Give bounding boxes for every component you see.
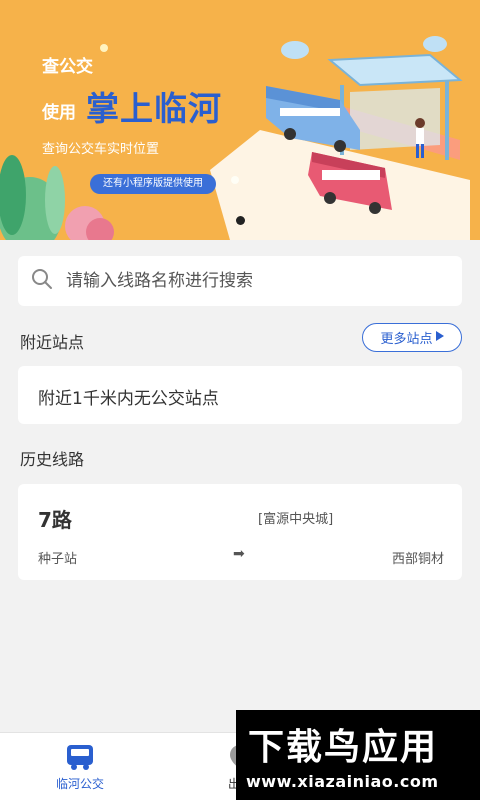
arrow-right-icon: ➡: [233, 546, 245, 562]
route-note: [富源中央城]: [258, 512, 334, 527]
tab-linhe-bus-label: 临河公交: [55, 777, 104, 791]
watermark-overlay: 下载鸟应用 www.xiazainiao.com: [236, 710, 480, 800]
search-bar[interactable]: [18, 256, 462, 306]
banner-line2: 使用: [42, 103, 76, 123]
watermark-title: 下载鸟应用: [248, 727, 439, 768]
banner-line1: 查公交: [42, 57, 93, 77]
bus-icon: [65, 743, 95, 771]
history-route-card[interactable]: 7路 [富源中央城] 种子站 ➡ 西部铜材: [18, 484, 462, 580]
watermark-url: www.xiazainiao.com: [246, 772, 439, 791]
nearby-empty-card: 附近1千米内无公交站点: [18, 366, 462, 424]
more-stations-button[interactable]: 更多站点: [362, 323, 462, 352]
caret-right-icon: [435, 330, 444, 345]
search-icon: [30, 267, 54, 295]
banner-subtitle: 查询公交车实时位置: [42, 142, 160, 157]
more-stations-label: 更多站点: [380, 332, 433, 347]
banner-title: 掌上临河: [86, 89, 222, 128]
route-from-stop: 种子站: [38, 552, 78, 567]
carousel-indicator[interactable]: [236, 216, 245, 225]
history-section-title: 历史线路: [20, 450, 85, 469]
promo-banner[interactable]: 查公交 使用 掌上临河 查询公交车实时位置 还有小程序版提供使用: [0, 0, 480, 240]
route-name: 7路: [38, 508, 72, 532]
nearby-section-title: 附近站点: [20, 333, 85, 352]
banner-pill: 还有小程序版提供使用: [90, 174, 216, 194]
nearby-empty-text: 附近1千米内无公交站点: [38, 389, 219, 409]
tab-linhe-bus[interactable]: 临河公交: [40, 733, 120, 801]
route-to-stop: 西部铜材: [391, 552, 444, 567]
search-input[interactable]: [64, 270, 448, 292]
